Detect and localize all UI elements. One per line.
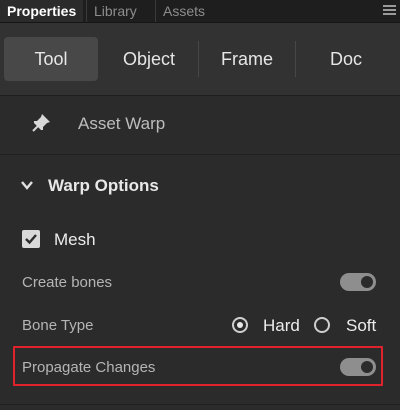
current-tool-row: Asset Warp <box>0 96 400 155</box>
pin-icon <box>32 114 50 132</box>
tab-frame[interactable]: Frame <box>199 37 295 81</box>
panel-tab-bar: Properties Library Assets <box>0 0 400 23</box>
toggle-knob <box>361 276 373 288</box>
bone-type-row: Bone Type Hard Soft <box>0 308 400 344</box>
section-divider <box>0 404 400 405</box>
tool-name: Asset Warp <box>78 114 166 133</box>
tab-properties[interactable]: Properties <box>0 0 84 22</box>
bone-type-hard-radio[interactable] <box>232 317 248 333</box>
tab-assets[interactable]: Assets <box>155 0 212 22</box>
bone-type-soft-radio[interactable] <box>314 317 330 333</box>
panel-menu-icon[interactable] <box>383 5 396 17</box>
tab-doc[interactable]: Doc <box>296 37 396 81</box>
tab-object[interactable]: Object <box>100 37 198 81</box>
bone-type-soft-label[interactable]: Soft <box>346 316 376 336</box>
bone-type-label: Bone Type <box>22 317 94 334</box>
checkmark-icon <box>25 234 37 245</box>
create-bones-toggle[interactable] <box>340 273 376 291</box>
create-bones-label: Create bones <box>22 274 113 291</box>
bone-type-hard-label[interactable]: Hard <box>263 316 300 336</box>
tab-library[interactable]: Library <box>86 0 144 22</box>
section-title: Warp Options <box>48 176 159 195</box>
mesh-label: Mesh <box>54 230 96 249</box>
warp-options-header[interactable]: Warp Options <box>0 156 400 216</box>
create-bones-row: Create bones <box>0 265 400 301</box>
tab-tool[interactable]: Tool <box>4 37 98 81</box>
mesh-option: Mesh <box>0 224 400 258</box>
mesh-checkbox[interactable] <box>22 230 40 248</box>
mode-tabs: Tool Object Frame Doc <box>0 23 400 96</box>
highlight-box <box>13 346 383 386</box>
chevron-down-icon[interactable] <box>20 178 34 192</box>
